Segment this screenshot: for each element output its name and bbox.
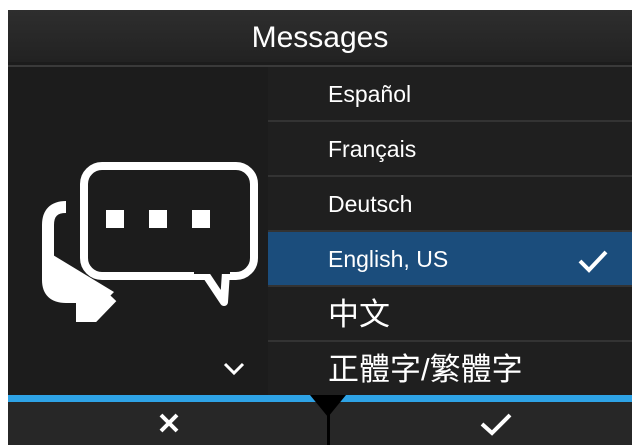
close-icon (159, 413, 179, 433)
list-item-label: 正體字/繁體字 (328, 352, 523, 387)
checkmark-icon (480, 413, 512, 436)
selection-pointer (310, 395, 346, 417)
list-item-label: Español (328, 81, 412, 107)
list-item-label: Français (328, 136, 417, 162)
speech-bubbles-icon (42, 162, 258, 322)
list-item-label: 中文 (328, 297, 390, 332)
page-title: Messages (8, 10, 632, 62)
list-item[interactable]: Español (268, 67, 632, 122)
list-item-label: Deutsch (328, 191, 413, 217)
list-item-selected[interactable]: English, US (268, 232, 632, 287)
language-list: Español Français Deutsch English, US 中文 … (268, 67, 632, 397)
chevron-down-icon[interactable] (222, 357, 246, 381)
left-panel (8, 67, 268, 397)
cancel-button[interactable] (8, 402, 327, 445)
list-item[interactable]: Français (268, 122, 632, 177)
confirm-button[interactable] (330, 402, 632, 445)
printer-screen: Messages Español Français Deutsch Englis… (8, 10, 632, 445)
list-item[interactable]: 正體字/繁體字 (268, 342, 632, 397)
list-item[interactable]: Deutsch (268, 177, 632, 232)
checkmark-icon (578, 250, 608, 273)
list-item[interactable]: 中文 (268, 287, 632, 342)
